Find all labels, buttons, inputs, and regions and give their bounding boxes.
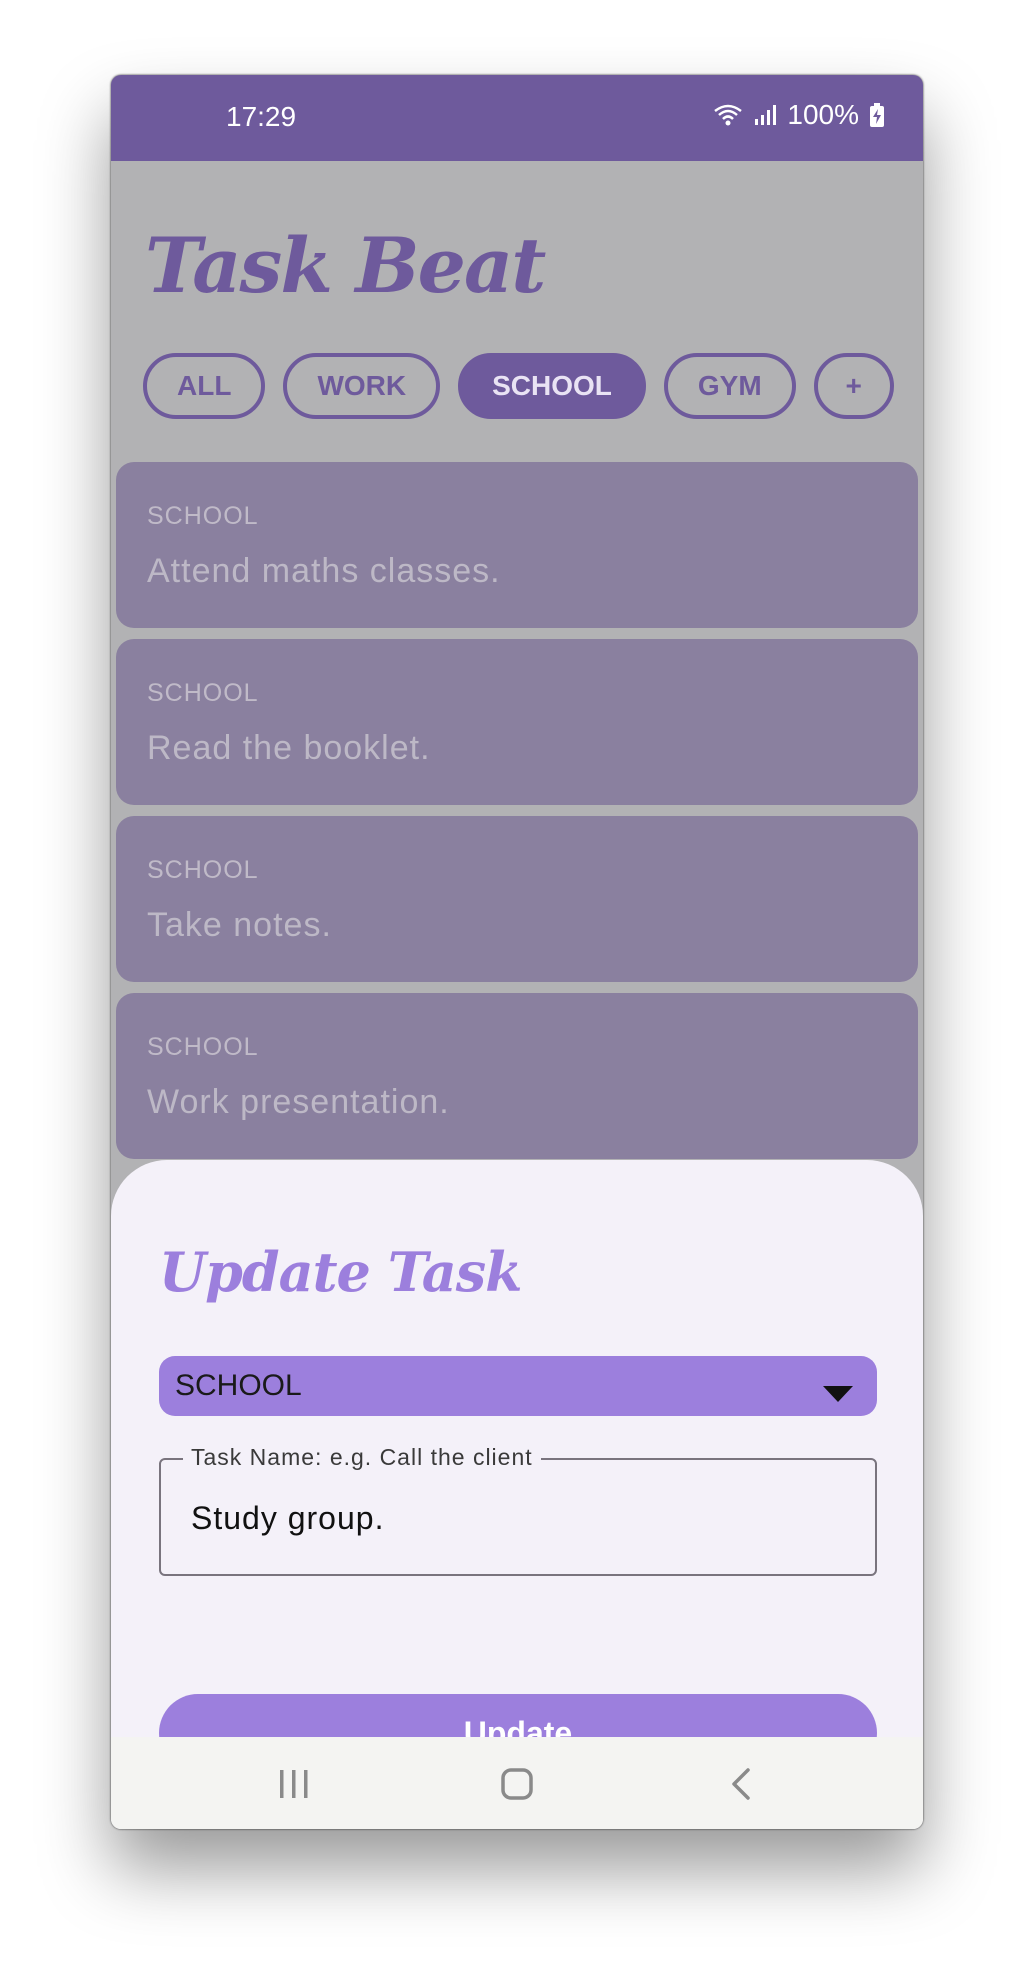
sheet-title: Update Task: [159, 1240, 523, 1304]
back-icon[interactable]: [718, 1761, 764, 1807]
task-name: Attend maths classes.: [147, 552, 501, 590]
task-card[interactable]: SCHOOL Work presentation.: [116, 993, 918, 1159]
status-icons: 100%: [713, 99, 885, 131]
add-category-button[interactable]: +: [813, 353, 894, 419]
task-name-field[interactable]: Task Name: e.g. Call the client Study gr…: [159, 1444, 877, 1576]
task-name: Take notes.: [147, 906, 332, 944]
filter-chip-school[interactable]: SCHOOL: [458, 353, 646, 419]
update-task-sheet: Update Task SCHOOL Task Name: e.g. Call …: [111, 1160, 923, 1829]
task-card[interactable]: SCHOOL Read the booklet.: [116, 639, 918, 805]
recent-apps-icon[interactable]: [271, 1761, 317, 1807]
filter-chip-all[interactable]: ALL: [143, 353, 266, 419]
battery-charging-icon: [869, 103, 885, 127]
task-category: SCHOOL: [147, 856, 259, 884]
task-category: SCHOOL: [147, 502, 259, 530]
category-filter-bar: ALL WORK SCHOOL GYM +: [143, 353, 894, 419]
task-name-field-value: Study group.: [191, 1500, 385, 1536]
task-list: SCHOOL Attend maths classes. SCHOOL Read…: [116, 462, 918, 1170]
status-bar: 17:29 100%: [111, 75, 923, 161]
task-name: Work presentation.: [147, 1083, 450, 1121]
wifi-icon: [713, 103, 743, 127]
category-select[interactable]: SCHOOL: [159, 1356, 877, 1416]
task-card[interactable]: SCHOOL Attend maths classes.: [116, 462, 918, 628]
task-card[interactable]: SCHOOL Take notes.: [116, 816, 918, 982]
navigation-bar: [111, 1737, 923, 1829]
dropdown-arrow-icon: [823, 1376, 853, 1410]
task-name: Read the booklet.: [147, 729, 431, 767]
battery-text: 100%: [787, 99, 859, 130]
app-title: Task Beat: [145, 221, 546, 310]
home-icon[interactable]: [494, 1761, 540, 1807]
status-time: 17:29: [226, 101, 297, 132]
signal-icon: [753, 103, 777, 127]
phone-screen: 17:29 100% Task Beat ALL WORK SCHOOL GYM…: [111, 75, 923, 1829]
task-name-field-label: Task Name: e.g. Call the client: [183, 1444, 541, 1471]
category-select-value: SCHOOL: [175, 1369, 302, 1402]
task-category: SCHOOL: [147, 679, 259, 707]
filter-chip-work[interactable]: WORK: [283, 353, 441, 419]
filter-chip-gym[interactable]: GYM: [663, 353, 796, 419]
task-category: SCHOOL: [147, 1033, 259, 1061]
